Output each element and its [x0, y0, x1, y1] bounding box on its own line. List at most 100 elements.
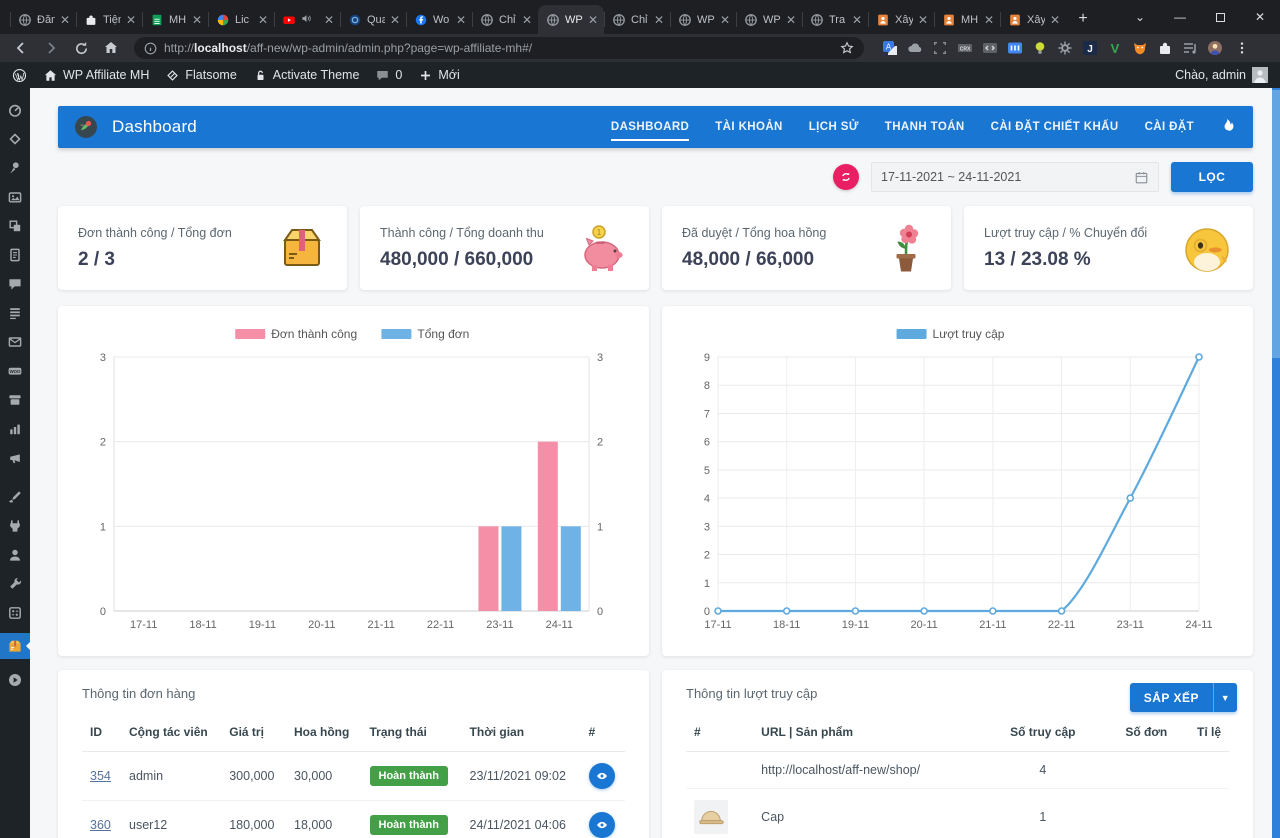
tab-cài-đặt[interactable]: CÀI ĐẶT	[1132, 106, 1207, 148]
tab-search-chevron-icon[interactable]: ⌄	[1120, 0, 1160, 34]
tab-close-icon[interactable]: ✕	[1050, 14, 1060, 26]
tab-close-icon[interactable]: ✕	[852, 14, 862, 26]
minimize-button[interactable]: —	[1160, 0, 1200, 34]
tab-close-icon[interactable]: ✕	[126, 14, 136, 26]
browser-tab[interactable]: Tra✕	[802, 5, 868, 34]
tab-close-icon[interactable]: ✕	[258, 14, 268, 26]
order-id-link[interactable]: 360	[90, 818, 111, 832]
sidebar-item-pushpin[interactable]	[0, 159, 30, 176]
admin-bar-item-comment[interactable]: 0	[375, 68, 402, 83]
browser-menu-icon[interactable]	[1229, 36, 1255, 60]
v-icon[interactable]: V	[1107, 40, 1123, 56]
browser-tab[interactable]: WP✕	[670, 5, 736, 34]
tab-close-icon[interactable]: ✕	[522, 14, 532, 26]
tab-close-icon[interactable]: ✕	[720, 14, 730, 26]
audio-indicator-icon[interactable]	[301, 13, 312, 27]
admin-bar-item-wordpress[interactable]	[12, 68, 27, 83]
tab-close-icon[interactable]: ✕	[588, 14, 598, 26]
bulb-icon[interactable]	[1032, 40, 1048, 56]
browser-tab[interactable]: Lic✕	[208, 5, 274, 34]
fox-icon[interactable]	[1132, 40, 1148, 56]
tab-thanh-toán[interactable]: THANH TOÁN	[872, 106, 978, 148]
code-icon[interactable]	[982, 40, 998, 56]
admin-account-menu[interactable]: Chào, admin	[1175, 67, 1268, 83]
browser-tab[interactable]: Tiện✕	[76, 5, 142, 34]
browser-tab[interactable]: Đăn✕	[10, 5, 76, 34]
gear-icon[interactable]	[1057, 40, 1073, 56]
sidebar-item-flatsome[interactable]	[0, 130, 30, 147]
bookmark-star-icon[interactable]	[840, 41, 854, 55]
profile-avatar[interactable]	[1207, 40, 1223, 56]
tab-close-icon[interactable]: ✕	[984, 14, 994, 26]
order-id-link[interactable]: 354	[90, 769, 111, 783]
admin-bar-item-flatsome[interactable]: Flatsome	[165, 68, 236, 83]
view-order-button[interactable]	[589, 812, 615, 838]
reload-button[interactable]	[68, 36, 94, 60]
calendar-icon[interactable]	[1134, 170, 1149, 185]
browser-tab[interactable]: Xây✕	[1000, 5, 1066, 34]
sidebar-item-users[interactable]	[0, 546, 30, 563]
sidebar-item-affiliate[interactable]	[0, 633, 30, 659]
tab-close-icon[interactable]: ✕	[192, 14, 202, 26]
maximize-button[interactable]	[1200, 0, 1240, 34]
sidebar-item-media[interactable]	[0, 188, 30, 205]
date-range-input[interactable]: 17-11-2021 ~ 24-11-2021	[871, 162, 1159, 192]
tab-cài-đặt-chiết-khấu[interactable]: CÀI ĐẶT CHIẾT KHẤU	[978, 106, 1132, 148]
tab-close-icon[interactable]: ✕	[390, 14, 400, 26]
view-order-button[interactable]	[589, 763, 615, 789]
browser-tab[interactable]: Chỉ✕	[472, 5, 538, 34]
sidebar-item-archive[interactable]	[0, 391, 30, 408]
sync-icon[interactable]	[833, 164, 859, 190]
sidebar-item-forms[interactable]	[0, 304, 30, 321]
admin-bar-item-plus[interactable]: Mới	[418, 68, 459, 83]
sidebar-item-dashboard[interactable]	[0, 101, 30, 118]
sidebar-item-comments[interactable]	[0, 275, 30, 292]
info-icon[interactable]	[144, 42, 157, 55]
page-scrollbar[interactable]	[1272, 88, 1280, 838]
crx-icon[interactable]: CRX	[957, 40, 973, 56]
fire-icon[interactable]	[1217, 117, 1237, 137]
browser-tab[interactable]: Chỉ✕	[604, 5, 670, 34]
browser-tab-active[interactable]: WP✕	[538, 5, 604, 34]
scrollbar-thumb[interactable]	[1272, 90, 1280, 358]
address-bar[interactable]: http://localhost/aff-new/wp-admin/admin.…	[134, 37, 864, 59]
translate-icon[interactable]: A	[882, 40, 898, 56]
chevron-down-icon[interactable]: ▼	[1213, 683, 1237, 712]
forward-button[interactable]	[38, 36, 64, 60]
sidebar-item-tools[interactable]	[0, 575, 30, 592]
sidebar-item-analytics[interactable]	[0, 420, 30, 437]
sidebar-item-pages[interactable]	[0, 246, 30, 263]
puzzle-icon[interactable]	[1157, 40, 1173, 56]
j-icon[interactable]: J	[1082, 40, 1098, 56]
queue-icon[interactable]	[1182, 40, 1198, 56]
sidebar-item-products[interactable]	[0, 217, 30, 234]
sidebar-item-plugins[interactable]	[0, 517, 30, 534]
columns-icon[interactable]	[1007, 40, 1023, 56]
browser-tab[interactable]: Qua✕	[340, 5, 406, 34]
tab-close-icon[interactable]: ✕	[60, 14, 70, 26]
browser-tab[interactable]: Xây✕	[868, 5, 934, 34]
back-button[interactable]	[8, 36, 34, 60]
tab-tài-khoản[interactable]: TÀI KHOẢN	[702, 106, 796, 148]
admin-bar-item-home[interactable]: WP Affiliate MH	[43, 68, 149, 83]
filter-button[interactable]: LỌC	[1171, 162, 1253, 192]
tab-lịch-sử[interactable]: LỊCH SỬ	[796, 106, 872, 148]
selection-icon[interactable]	[932, 40, 948, 56]
sidebar-item-appearance[interactable]	[0, 488, 30, 505]
sidebar-item-megaphone[interactable]	[0, 449, 30, 466]
tab-close-icon[interactable]: ✕	[918, 14, 928, 26]
browser-tab[interactable]: MH✕	[934, 5, 1000, 34]
new-tab-button[interactable]: +	[1070, 6, 1096, 32]
browser-tab[interactable]: MH✕	[142, 5, 208, 34]
browser-tab[interactable]: WP✕	[736, 5, 802, 34]
tab-close-icon[interactable]: ✕	[324, 14, 334, 26]
sort-button[interactable]: SẮP XẾP ▼	[1130, 683, 1237, 712]
sidebar-item-mail[interactable]	[0, 333, 30, 350]
home-button[interactable]	[98, 36, 124, 60]
browser-tab[interactable]: Wo✕	[406, 5, 472, 34]
tab-dashboard[interactable]: DASHBOARD	[598, 106, 702, 148]
tab-close-icon[interactable]: ✕	[786, 14, 796, 26]
cloud-icon[interactable]	[907, 40, 923, 56]
browser-tab[interactable]: ✕	[274, 5, 340, 34]
tab-close-icon[interactable]: ✕	[456, 14, 466, 26]
